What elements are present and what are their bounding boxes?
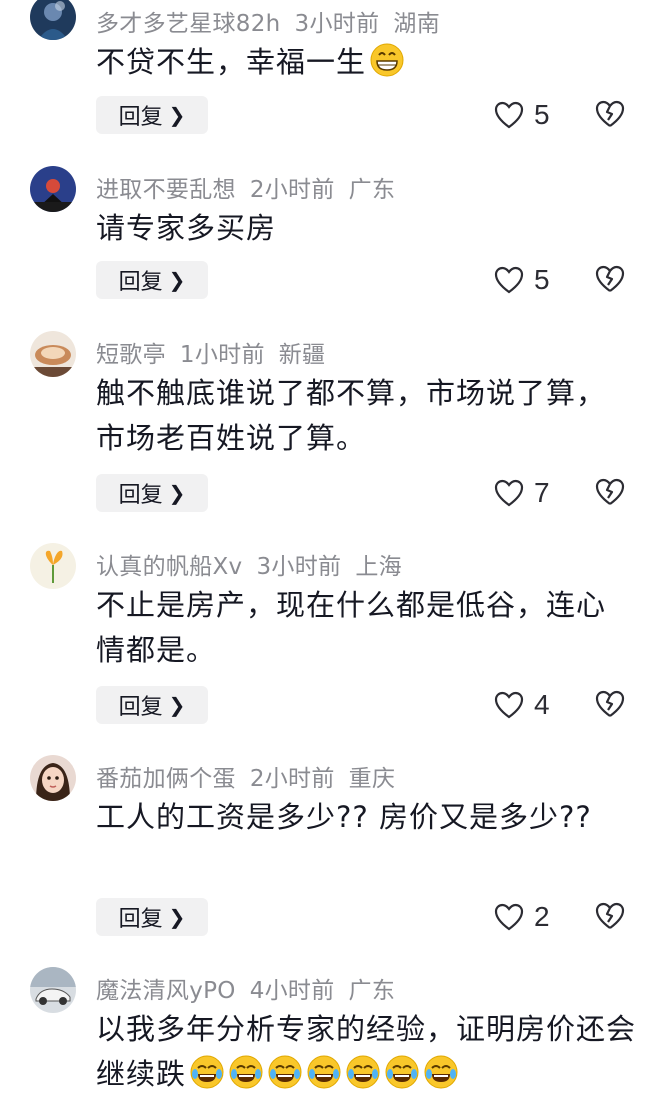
timestamp: 1小时前 <box>179 342 265 368</box>
tears-of-joy-emoji-icon <box>189 1054 225 1090</box>
comment-text: 工人的工资是多少?? 房价又是多少?? <box>96 795 596 840</box>
location: 广东 <box>348 177 396 203</box>
chevron-right-icon: ❯ <box>168 103 186 127</box>
tears-of-joy-emoji-icon <box>423 1054 459 1090</box>
comment-body: 不止是房产，现在什么都是低谷，连心情都是。 <box>96 588 607 667</box>
location: 上海 <box>355 554 402 580</box>
heart-outline-icon <box>494 479 524 507</box>
comment-body: 工人的工资是多少?? 房价又是多少?? <box>96 800 592 834</box>
like-button[interactable]: 2 <box>494 898 550 936</box>
heart-outline-icon <box>494 101 524 129</box>
chevron-right-icon: ❯ <box>168 268 186 292</box>
comment-meta: 番茄加俩个蛋 2小时前 重庆 <box>96 759 409 793</box>
avatar[interactable] <box>30 0 76 40</box>
dislike-button[interactable] <box>595 478 625 508</box>
reply-label: 回复 <box>118 483 163 508</box>
like-count: 5 <box>534 264 550 295</box>
like-button[interactable]: 7 <box>494 474 550 512</box>
username[interactable]: 多才多艺星球82h <box>96 11 281 37</box>
location: 重庆 <box>348 766 396 792</box>
comment-meta: 魔法清风yPO 4小时前 广东 <box>96 971 409 1005</box>
timestamp: 2小时前 <box>249 177 335 203</box>
comment-body: 请专家多买房 <box>96 211 277 245</box>
comment-body: 触不触底谁说了都不算，市场说了算，市场老百姓说了算。 <box>96 376 607 455</box>
reply-label: 回复 <box>118 105 163 130</box>
dislike-button[interactable] <box>595 265 625 295</box>
like-button[interactable]: 4 <box>494 686 550 724</box>
avatar[interactable] <box>30 755 76 801</box>
like-count: 4 <box>534 689 550 720</box>
broken-heart-icon <box>595 902 625 929</box>
reply-label: 回复 <box>118 695 163 720</box>
comment-meta: 多才多艺星球82h 3小时前 湖南 <box>96 4 454 38</box>
grinning-face-emoji-icon <box>369 42 405 78</box>
comment-text: 不贷不生，幸福一生 <box>96 40 636 85</box>
broken-heart-icon <box>595 478 625 505</box>
username[interactable]: 魔法清风yPO <box>96 978 236 1004</box>
comment-text: 触不触底谁说了都不算，市场说了算，市场老百姓说了算。 <box>96 371 616 461</box>
comment-text: 请专家多买房 <box>96 206 636 251</box>
dislike-button[interactable] <box>595 100 625 130</box>
broken-heart-icon <box>595 690 625 717</box>
tears-of-joy-emoji-icon <box>384 1054 420 1090</box>
avatar[interactable] <box>30 331 76 377</box>
username[interactable]: 认真的帆船Xv <box>96 554 242 580</box>
dislike-button[interactable] <box>595 690 625 720</box>
comment-meta: 认真的帆船Xv 3小时前 上海 <box>96 547 416 581</box>
comment-body: 不贷不生，幸福一生 <box>96 45 367 79</box>
broken-heart-icon <box>595 265 625 292</box>
like-count: 2 <box>534 901 550 932</box>
heart-outline-icon <box>494 266 524 294</box>
tears-of-joy-emoji-icon <box>267 1054 303 1090</box>
avatar[interactable] <box>30 166 76 212</box>
like-button[interactable]: 5 <box>494 96 550 134</box>
comment-meta: 短歌亭 1小时前 新疆 <box>96 335 339 369</box>
username[interactable]: 短歌亭 <box>96 342 166 368</box>
username[interactable]: 进取不要乱想 <box>96 177 236 203</box>
location: 湖南 <box>393 11 440 37</box>
timestamp: 4小时前 <box>249 978 335 1004</box>
comment-text: 不止是房产，现在什么都是低谷，连心情都是。 <box>96 583 626 673</box>
broken-heart-icon <box>595 100 625 127</box>
reply-button[interactable]: 回复 ❯ <box>96 96 208 134</box>
reply-button[interactable]: 回复 ❯ <box>96 898 208 936</box>
reply-button[interactable]: 回复 ❯ <box>96 474 208 512</box>
location: 新疆 <box>278 342 326 368</box>
like-button[interactable]: 5 <box>494 261 550 299</box>
tears-of-joy-emoji-icon <box>345 1054 381 1090</box>
comment-meta: 进取不要乱想 2小时前 广东 <box>96 170 409 204</box>
heart-outline-icon <box>494 903 524 931</box>
timestamp: 3小时前 <box>256 554 342 580</box>
tears-of-joy-emoji-icon <box>228 1054 264 1090</box>
chevron-right-icon: ❯ <box>168 693 186 717</box>
tears-of-joy-emoji-icon <box>306 1054 342 1090</box>
reply-label: 回复 <box>118 907 163 932</box>
chevron-right-icon: ❯ <box>168 905 186 929</box>
dislike-button[interactable] <box>595 902 625 932</box>
heart-outline-icon <box>494 691 524 719</box>
reply-button[interactable]: 回复 ❯ <box>96 686 208 724</box>
reply-button[interactable]: 回复 ❯ <box>96 261 208 299</box>
reply-label: 回复 <box>118 270 163 295</box>
like-count: 7 <box>534 477 550 508</box>
username[interactable]: 番茄加俩个蛋 <box>96 766 236 792</box>
chevron-right-icon: ❯ <box>168 481 186 505</box>
comment-text: 以我多年分析专家的经验，证明房价还会继续跌 <box>96 1007 636 1097</box>
tears-of-joy-emoji-row <box>186 1054 459 1091</box>
timestamp: 2小时前 <box>249 766 335 792</box>
location: 广东 <box>348 978 396 1004</box>
like-count: 5 <box>534 99 550 130</box>
timestamp: 3小时前 <box>294 11 380 37</box>
avatar[interactable] <box>30 543 76 589</box>
avatar[interactable] <box>30 967 76 1013</box>
